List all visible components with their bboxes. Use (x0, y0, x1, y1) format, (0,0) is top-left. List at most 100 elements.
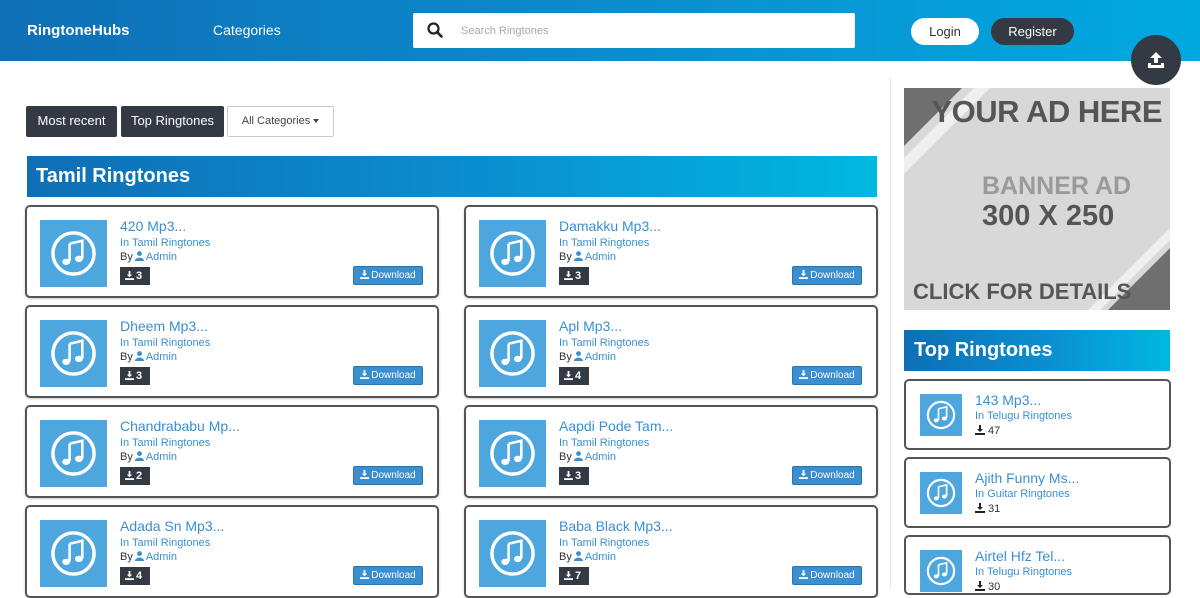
ringtone-thumbnail[interactable] (920, 472, 962, 514)
ringtone-category[interactable]: In Guitar Ringtones (975, 488, 1070, 500)
download-icon (975, 581, 985, 591)
ringtone-title[interactable]: Ajith Funny Ms... (975, 470, 1079, 486)
download-icon (125, 471, 134, 480)
site-logo[interactable]: RingtoneHubs (27, 22, 130, 39)
ringtone-category[interactable]: In Telugu Ringtones (975, 410, 1072, 422)
ringtone-thumbnail[interactable] (40, 420, 107, 487)
download-icon (360, 370, 370, 379)
ad-banner-label: BANNER AD (982, 172, 1132, 200)
ringtone-author: By Admin (120, 251, 177, 263)
download-count: 3 (575, 470, 582, 482)
ringtone-category[interactable]: In Tamil Ringtones (559, 237, 649, 249)
music-note-icon (926, 400, 956, 430)
login-button[interactable]: Login (911, 18, 979, 45)
ringtone-title[interactable]: Airtel Hfz Tel... (975, 548, 1065, 564)
author-link[interactable]: Admin (146, 251, 177, 263)
download-count-badge: 4 (120, 567, 150, 585)
ringtone-title[interactable]: Dheem Mp3... (120, 318, 208, 334)
ringtone-category[interactable]: In Tamil Ringtones (120, 337, 210, 349)
nav-categories-link[interactable]: Categories (213, 22, 281, 38)
ringtone-thumbnail[interactable] (920, 550, 962, 592)
download-button[interactable]: Download (792, 466, 862, 485)
search-icon[interactable] (427, 22, 443, 38)
ringtone-thumbnail[interactable] (479, 420, 546, 487)
user-icon (134, 351, 144, 361)
ringtone-thumbnail[interactable] (920, 394, 962, 436)
upload-button[interactable] (1131, 35, 1181, 85)
ringtone-category[interactable]: In Tamil Ringtones (559, 337, 649, 349)
download-button[interactable]: Download (353, 566, 423, 585)
ringtone-card[interactable]: Apl Mp3... In Tamil Ringtones By Admin 4 Down… (464, 305, 878, 398)
search-bar (413, 13, 855, 48)
ringtone-card[interactable]: Adada Sn Mp3... In Tamil Ringtones By Admin… (25, 505, 439, 598)
ringtone-title[interactable]: Damakku Mp3... (559, 218, 661, 234)
ringtone-title[interactable]: 420 Mp3... (120, 218, 186, 234)
caret-down-icon (313, 119, 320, 124)
ringtone-thumbnail[interactable] (479, 320, 546, 387)
download-button[interactable]: Download (792, 266, 862, 285)
ringtone-card[interactable]: Dheem Mp3... In Tamil Ringtones By Admin 3 Do… (25, 305, 439, 398)
register-button[interactable]: Register (991, 18, 1074, 45)
download-button[interactable]: Download (353, 266, 423, 285)
download-button[interactable]: Download (792, 366, 862, 385)
ringtone-title[interactable]: Aapdi Pode Tam... (559, 418, 673, 434)
banner-ad[interactable]: YOUR AD HERE BANNER AD 300 X 250 CLICK F… (904, 88, 1170, 310)
ad-headline: YOUR AD HERE (931, 94, 1162, 129)
by-label: By (120, 551, 133, 563)
download-label: Download (371, 470, 416, 481)
ringtone-category[interactable]: In Telugu Ringtones (975, 566, 1072, 578)
ringtone-card[interactable]: Aapdi Pode Tam... In Tamil Ringtones By Adm… (464, 405, 878, 498)
ringtone-title[interactable]: Apl Mp3... (559, 318, 622, 334)
most-recent-button[interactable]: Most recent (26, 106, 117, 137)
download-icon (564, 371, 573, 380)
top-ringtone-item[interactable]: Airtel Hfz Tel... In Telugu Ringtones 30 (904, 535, 1171, 595)
search-input[interactable] (461, 21, 841, 41)
ringtone-card[interactable]: Chandrababu Mp... In Tamil Ringtones By Adm… (25, 405, 439, 498)
download-count: 47 (975, 425, 1000, 437)
author-link[interactable]: Admin (585, 451, 616, 463)
author-link[interactable]: Admin (585, 251, 616, 263)
ringtone-card[interactable]: Baba Black Mp3... In Tamil Ringtones By Adm… (464, 505, 878, 598)
download-icon (799, 570, 809, 579)
ringtone-thumbnail[interactable] (40, 220, 107, 287)
ringtone-title[interactable]: Chandrababu Mp... (120, 418, 240, 434)
ringtone-category[interactable]: In Tamil Ringtones (559, 537, 649, 549)
ringtone-card[interactable]: 420 Mp3... In Tamil Ringtones By Admin 3 Down… (25, 205, 439, 298)
ringtone-category[interactable]: In Tamil Ringtones (120, 237, 210, 249)
download-icon (799, 370, 809, 379)
ringtone-thumbnail[interactable] (40, 320, 107, 387)
author-link[interactable]: Admin (146, 351, 177, 363)
download-button[interactable]: Download (353, 366, 423, 385)
top-ringtone-item[interactable]: Ajith Funny Ms... In Guitar Ringtones 31 (904, 457, 1171, 528)
download-icon (360, 470, 370, 479)
ringtone-author: By Admin (559, 451, 616, 463)
author-link[interactable]: Admin (585, 551, 616, 563)
all-categories-dropdown[interactable]: All Categories (227, 106, 334, 137)
download-icon (799, 270, 809, 279)
ringtone-title[interactable]: Adada Sn Mp3... (120, 518, 224, 534)
section-title-top: Top Ringtones (904, 330, 1170, 371)
download-label: Download (371, 370, 416, 381)
ringtone-category[interactable]: In Tamil Ringtones (120, 537, 210, 549)
music-note-icon (51, 231, 96, 276)
ringtone-card[interactable]: Damakku Mp3... In Tamil Ringtones By Admin 3… (464, 205, 878, 298)
download-button[interactable]: Download (792, 566, 862, 585)
top-navbar: RingtoneHubs Categories Login Register (0, 0, 1200, 61)
ringtone-title[interactable]: 143 Mp3... (975, 392, 1041, 408)
author-link[interactable]: Admin (146, 451, 177, 463)
music-note-icon (51, 431, 96, 476)
ringtone-category[interactable]: In Tamil Ringtones (559, 437, 649, 449)
author-link[interactable]: Admin (585, 351, 616, 363)
download-icon (360, 570, 370, 579)
ringtone-title[interactable]: Baba Black Mp3... (559, 518, 673, 534)
by-label: By (120, 451, 133, 463)
ringtone-thumbnail[interactable] (479, 220, 546, 287)
author-link[interactable]: Admin (146, 551, 177, 563)
ringtone-category[interactable]: In Tamil Ringtones (120, 437, 210, 449)
ringtone-thumbnail[interactable] (479, 520, 546, 587)
top-ringtone-item[interactable]: 143 Mp3... In Telugu Ringtones 47 (904, 379, 1171, 450)
download-button[interactable]: Download (353, 466, 423, 485)
music-note-icon (51, 331, 96, 376)
ringtone-thumbnail[interactable] (40, 520, 107, 587)
top-ringtones-button[interactable]: Top Ringtones (121, 106, 224, 137)
